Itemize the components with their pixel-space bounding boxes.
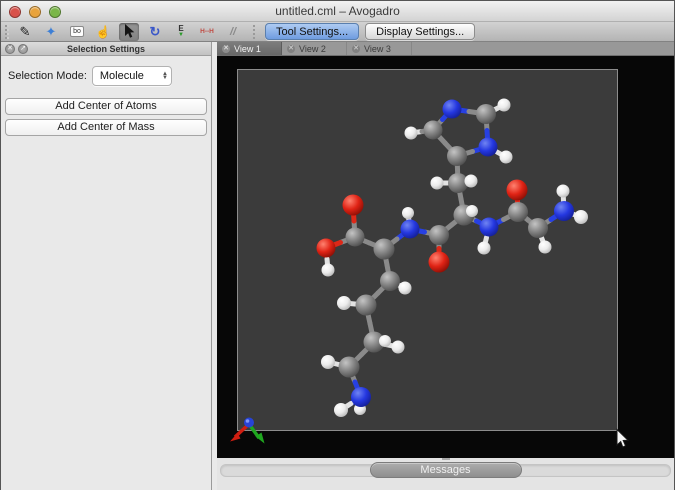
add-center-of-atoms-button[interactable]: Add Center of Atoms [5, 98, 207, 115]
auto-rotate-tool-button[interactable]: ↻ [145, 23, 165, 41]
selection-mode-dropdown[interactable]: Molecule ▲▼ [92, 66, 172, 86]
zoom-window-button[interactable] [49, 6, 61, 18]
messages-button[interactable]: Messages [370, 462, 522, 478]
dock-header[interactable]: ✕ ↗ Selection Settings [1, 42, 211, 56]
statusbar-grip[interactable] [442, 458, 450, 461]
manipulate-tool-button[interactable]: ☝ [93, 23, 113, 41]
float-icon: ↗ [20, 45, 26, 52]
toolbar-separator [253, 25, 255, 39]
navigate-tool-button[interactable]: ✦ [41, 23, 61, 41]
view-tabbar: ✕ View 1 ✕ View 2 ✕ View 3 [217, 42, 674, 56]
tab-view-1[interactable]: ✕ View 1 [217, 42, 282, 55]
hand-icon: ☝ [96, 25, 111, 39]
dropdown-arrows-icon: ▲▼ [162, 72, 168, 81]
tab-view-2[interactable]: ✕ View 2 [282, 42, 347, 55]
pencil-icon: ✎ [20, 24, 31, 40]
avogadro-window: untitled.cml – Avogadro ✎ ✦ bo ☝ ↻ E ▼ H… [0, 0, 675, 490]
toolbar: ✎ ✦ bo ☝ ↻ E ▼ H--H // Tool Settings... … [1, 22, 674, 42]
bond-centric-tool-button[interactable]: bo [67, 23, 87, 41]
toolbar-drag-handle[interactable] [5, 25, 9, 39]
tab-label: View 2 [299, 44, 326, 54]
dock-float-button[interactable]: ↗ [18, 44, 28, 54]
tab-close-icon[interactable]: ✕ [287, 45, 295, 53]
bond-centric-icon: bo [70, 26, 84, 37]
tab-view-3[interactable]: ✕ View 3 [347, 42, 412, 55]
axes-indicator [230, 418, 265, 444]
add-center-of-mass-button[interactable]: Add Center of Mass [5, 119, 207, 136]
titlebar[interactable]: untitled.cml – Avogadro [1, 1, 674, 22]
dock-title: Selection Settings [1, 42, 211, 56]
window-title: untitled.cml – Avogadro [1, 1, 674, 22]
measure-tool-button[interactable]: H--H [197, 23, 217, 41]
rotate-icon: ↻ [150, 24, 161, 40]
draw-tool-button[interactable]: ✎ [15, 23, 35, 41]
tab-label: View 1 [234, 44, 261, 54]
mouse-cursor [617, 430, 628, 448]
selection-tool-button[interactable] [119, 23, 139, 41]
gl-viewport[interactable] [217, 56, 674, 458]
tab-close-icon[interactable]: ✕ [352, 45, 360, 53]
close-icon: ✕ [7, 45, 13, 52]
navigate-icon: ✦ [46, 24, 57, 40]
measure-icon: H--H [200, 28, 214, 35]
auto-optimize-tool-button[interactable]: E ▼ [171, 23, 191, 41]
tool-settings-button[interactable]: Tool Settings... [265, 23, 359, 40]
display-settings-button[interactable]: Display Settings... [365, 23, 475, 40]
z-axis-sphere [244, 418, 254, 428]
statusbar: Messages [217, 458, 674, 490]
tab-label: View 3 [364, 44, 391, 54]
close-window-button[interactable] [9, 6, 21, 18]
selection-mode-value: Molecule [100, 70, 144, 82]
dock-close-button[interactable]: ✕ [5, 44, 15, 54]
selection-settings-panel: ✕ ↗ Selection Settings Selection Mode: M… [1, 42, 212, 490]
cursor-arrow-icon [123, 24, 136, 39]
molecule-render [217, 56, 675, 458]
tab-close-icon[interactable]: ✕ [222, 45, 230, 53]
selection-mode-label: Selection Mode: [8, 70, 87, 82]
optimize-icon: E ▼ [178, 26, 184, 38]
align-tool-button[interactable]: // [223, 23, 243, 41]
minimize-window-button[interactable] [29, 6, 41, 18]
align-icon: // [230, 26, 236, 38]
